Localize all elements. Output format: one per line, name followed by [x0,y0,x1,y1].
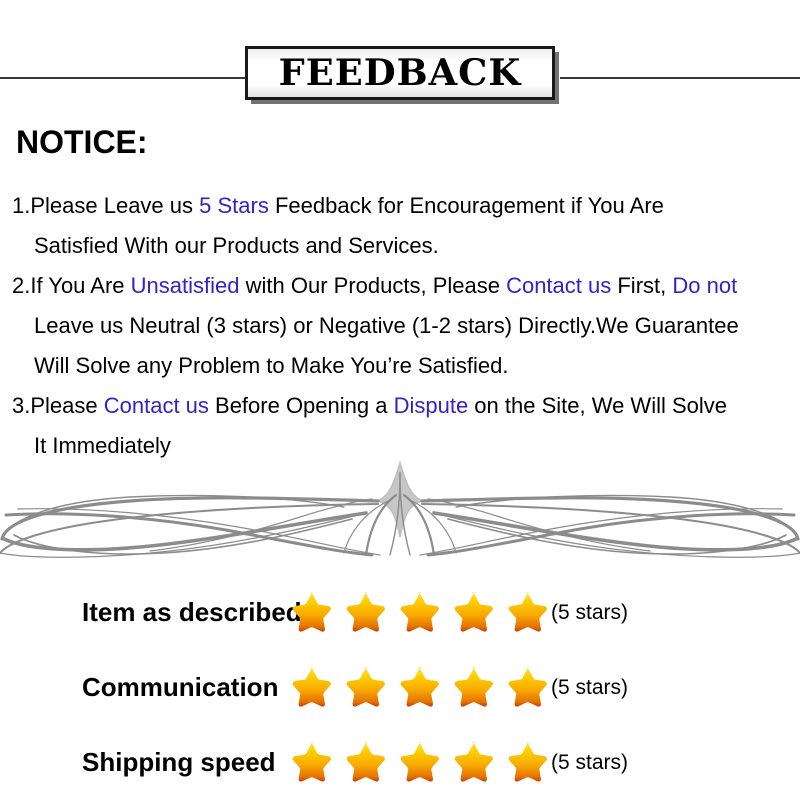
star-icon [394,665,440,711]
banner-title: FEEDBACK [278,52,522,94]
notice-text: Will Solve any Problem to Make You’re Sa… [34,353,509,378]
star-icon [394,740,440,786]
rating-row: Item as described (5 stars) [0,575,800,650]
notice-highlight-text: 5 Stars [199,193,269,218]
notice-text: Feedback for Encouragement if You Are [268,193,664,218]
pinstripe-flourish-divider-icon [0,455,800,565]
notice-highlight-text: Dispute [393,393,469,418]
notice-line: 2.If You Are Unsatisfied with Our Produc… [12,266,800,306]
star-icon [340,665,386,711]
star-icon [286,590,332,636]
rating-label: Shipping speed [82,747,276,777]
star-icon [502,665,548,711]
star-icon [340,740,386,786]
star-icon [502,740,548,786]
notice-line: 3.Please Contact us Before Opening a Dis… [12,386,800,426]
notice-highlight-text: Contact us [506,273,612,298]
notice-text: First, [611,273,673,298]
star-rating [286,740,548,786]
notice-line: 1.Please Leave us 5 Stars Feedback for E… [12,186,800,226]
notice-text: Leave us Neutral (3 stars) or Negative (… [34,313,739,338]
notice-text: on the Site, We Will Solve [468,393,727,418]
notice-highlight-text: Unsatisfied [130,273,240,298]
notice-text: 1.Please Leave us [12,193,200,218]
star-icon [448,590,494,636]
rating-count-label: (5 stars) [551,750,629,774]
notice-heading: NOTICE: [16,124,148,160]
notice-line: Leave us Neutral (3 stars) or Negative (… [12,306,800,346]
notice-text: with Our Products, Please [239,273,507,298]
rating-label: Item as described [82,597,302,627]
star-rating [286,665,548,711]
rating-count-label: (5 stars) [551,600,629,624]
banner-rule-left [0,77,249,79]
star-icon [394,590,440,636]
star-icon [286,740,332,786]
banner-rule-right [560,77,800,79]
star-icon [286,665,332,711]
notice-text: 2.If You Are [12,273,131,298]
rating-row: Communication (5 stars) [0,650,800,725]
notice-text: 3.Please [12,393,104,418]
notice-text: Satisfied With our Products and Services… [34,233,439,258]
rating-label: Communication [82,672,279,702]
notice-body: 1.Please Leave us 5 Stars Feedback for E… [12,186,800,466]
notice-text: Before Opening a [208,393,394,418]
star-rating [286,590,548,636]
feedback-banner: FEEDBACK [0,40,800,102]
banner-title-box: FEEDBACK [245,46,555,100]
star-icon [448,740,494,786]
rating-count-label: (5 stars) [551,675,629,699]
notice-highlight-text: Do not [672,273,738,298]
star-icon [502,590,548,636]
notice-highlight-text: Contact us [103,393,209,418]
star-icon [340,590,386,636]
star-icon [448,665,494,711]
notice-line: Satisfied With our Products and Services… [12,226,800,266]
rating-rows: Item as described (5 stars) Communication (… [0,575,800,800]
rating-row: Shipping speed (5 stars) [0,725,800,800]
notice-line: Will Solve any Problem to Make You’re Sa… [12,346,800,386]
